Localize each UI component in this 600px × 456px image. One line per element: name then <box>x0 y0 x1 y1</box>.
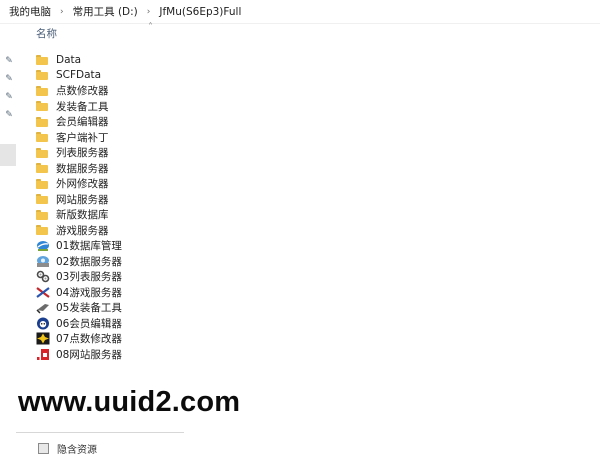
member-editor-icon <box>37 317 49 330</box>
list-item-folder[interactable]: 游戏服务器 <box>36 223 122 239</box>
database-manager-icon <box>37 241 49 252</box>
list-server-icon <box>36 270 50 283</box>
list-item-folder[interactable]: 新版数据库 <box>36 207 122 223</box>
list-item-folder[interactable]: 外网修改器 <box>36 176 122 192</box>
folder-icon <box>36 194 48 205</box>
list-item-folder[interactable]: 客户端补丁 <box>36 130 122 146</box>
navigation-pane: ✎ ✎ ✎ ✎ <box>0 24 16 450</box>
folder-icon <box>36 209 48 220</box>
item-label: 03列表服务器 <box>56 271 122 284</box>
folder-icon <box>36 132 48 143</box>
list-item-folder[interactable]: 数据服务器 <box>36 161 122 177</box>
item-label: 外网修改器 <box>56 178 109 191</box>
item-label: 02数据服务器 <box>56 255 122 268</box>
data-server-icon <box>37 255 49 267</box>
equipment-tool-icon <box>36 304 49 314</box>
watermark-text: www.uuid2.com <box>18 386 241 418</box>
list-item-shortcut[interactable]: 02数据服务器 <box>36 254 122 270</box>
footer-label: 隐含资源 <box>57 445 97 456</box>
list-item-shortcut[interactable]: 07点数修改器 <box>36 331 122 347</box>
item-label: 游戏服务器 <box>56 224 109 237</box>
item-label: 新版数据库 <box>56 209 109 222</box>
points-editor-icon <box>36 332 50 345</box>
pin-icon[interactable]: ✎ <box>4 56 14 66</box>
item-label: 会员编辑器 <box>56 116 109 129</box>
folder-icon <box>36 70 48 81</box>
item-label: 08网站服务器 <box>56 348 122 361</box>
checkbox-icon <box>38 443 49 454</box>
item-label: 客户端补丁 <box>56 131 109 144</box>
list-item-folder[interactable]: Data <box>36 52 122 68</box>
column-header-name[interactable]: 名称 <box>36 26 57 41</box>
pin-icon[interactable]: ✎ <box>4 92 14 102</box>
pin-icon[interactable]: ✎ <box>4 110 14 120</box>
breadcrumb: 我的电脑 › 常用工具 (D:) › JfMu(S6Ep3)Full <box>0 0 600 24</box>
folder-icon <box>36 163 48 174</box>
folder-icon <box>36 101 48 112</box>
item-label: 07点数修改器 <box>56 333 122 346</box>
item-label: 点数修改器 <box>56 85 109 98</box>
sort-chevron-up-icon[interactable]: ˄ <box>148 22 153 33</box>
item-label: Data <box>56 53 82 66</box>
item-label: 发装备工具 <box>56 100 109 113</box>
list-item-shortcut[interactable]: 01数据库管理 <box>36 238 122 254</box>
folder-icon <box>36 147 48 158</box>
list-item-folder[interactable]: 网站服务器 <box>36 192 122 208</box>
breadcrumb-item-folder[interactable]: JfMu(S6Ep3)Full <box>155 6 245 18</box>
folder-icon <box>36 54 48 65</box>
nav-selected-item[interactable] <box>0 144 16 166</box>
item-label: SCFData <box>56 69 102 82</box>
breadcrumb-item-my-computer[interactable]: 我的电脑 <box>0 4 55 19</box>
breadcrumb-chevron-icon[interactable]: › <box>55 7 69 17</box>
folder-icon <box>36 178 48 189</box>
list-item-shortcut[interactable]: 06会员编辑器 <box>36 316 122 332</box>
breadcrumb-chevron-icon[interactable]: › <box>142 7 156 17</box>
list-item-shortcut[interactable]: 03列表服务器 <box>36 269 122 285</box>
game-server-icon <box>36 286 50 298</box>
list-item-folder[interactable]: 点数修改器 <box>36 83 122 99</box>
folder-icon <box>36 116 48 127</box>
item-label: 01数据库管理 <box>56 240 122 253</box>
list-item-folder[interactable]: 会员编辑器 <box>36 114 122 130</box>
item-label: 网站服务器 <box>56 193 109 206</box>
file-list: Data SCFData 点数修改器 发装备工具 会员编辑器 客户端补丁 列表服… <box>36 52 122 362</box>
list-item-folder[interactable]: 列表服务器 <box>36 145 122 161</box>
divider <box>16 432 184 433</box>
item-label: 04游戏服务器 <box>56 286 122 299</box>
list-item-shortcut[interactable]: 05发装备工具 <box>36 300 122 316</box>
footer-item[interactable]: 隐含资源 <box>38 441 97 456</box>
list-item-folder[interactable]: 发装备工具 <box>36 99 122 115</box>
item-label: 05发装备工具 <box>56 302 122 315</box>
item-label: 数据服务器 <box>56 162 109 175</box>
pin-icon[interactable]: ✎ <box>4 74 14 84</box>
list-item-shortcut[interactable]: 04游戏服务器 <box>36 285 122 301</box>
list-item-folder[interactable]: SCFData <box>36 68 122 84</box>
item-label: 06会员编辑器 <box>56 317 122 330</box>
folder-icon <box>36 85 48 96</box>
item-label: 列表服务器 <box>56 147 109 160</box>
folder-icon <box>36 225 48 236</box>
web-server-icon <box>37 348 49 360</box>
breadcrumb-item-drive[interactable]: 常用工具 (D:) <box>69 4 142 19</box>
list-item-shortcut[interactable]: 08网站服务器 <box>36 347 122 363</box>
